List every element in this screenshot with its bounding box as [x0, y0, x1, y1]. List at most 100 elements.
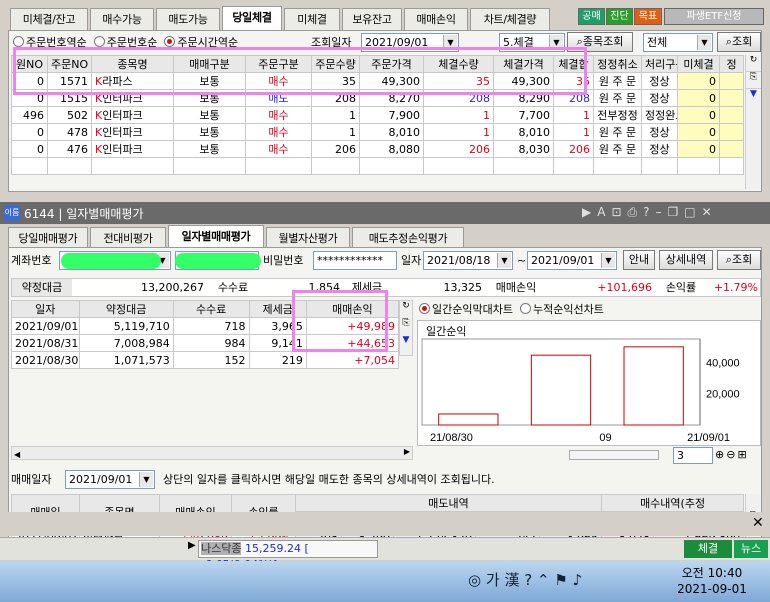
- top-tab-5[interactable]: 보유잔고: [342, 8, 402, 30]
- zoom-in-icon[interactable]: ⊕: [715, 448, 726, 461]
- print-icon[interactable]: ⎙: [628, 205, 644, 219]
- top-tab-0[interactable]: 미체결/잔고: [10, 8, 88, 30]
- top-tab-4[interactable]: 미체결: [284, 8, 340, 30]
- close-icon[interactable]: ✕: [752, 515, 764, 531]
- table-row[interactable]: 0 1571 K라파스 보통 매수 35 49,300 35 49,300 35 원 주 문 정상 0: [11, 72, 744, 90]
- col-header[interactable]: 체결가격: [493, 55, 554, 73]
- eval-tab-0[interactable]: 당일매매평가: [8, 227, 88, 247]
- stock-lookup-button[interactable]: ⌕종목조회: [567, 32, 633, 52]
- col-header[interactable]: 주문NO: [47, 55, 92, 73]
- sort-radio-time-desc[interactable]: 주문시간역순: [164, 36, 238, 49]
- from-date-select[interactable]: 2021/08/18 ▼: [423, 251, 513, 270]
- col-header[interactable]: 체결수량: [423, 55, 494, 73]
- col-header[interactable]: 주문가격: [359, 55, 424, 73]
- maximize-icon[interactable]: □: [684, 205, 701, 219]
- lock-icon[interactable]: ⊡: [611, 205, 627, 219]
- top-tab-7[interactable]: 차트/체결량: [470, 8, 550, 30]
- col-header[interactable]: 매수내역(추정: [601, 494, 745, 512]
- col-header[interactable]: 정: [719, 55, 744, 73]
- table-row[interactable]: 2021/09/01 5,119,710 718 3,965 +49,989: [11, 317, 400, 335]
- trade-button[interactable]: 체결: [684, 540, 732, 558]
- table-row[interactable]: 0 1515 K인터파크 보통 매도 208 8,270 208 8,290 208 원 주 문 정상…: [11, 89, 744, 107]
- col-header[interactable]: 주문수량: [311, 55, 360, 73]
- arrow-down-icon[interactable]: ▼: [400, 335, 412, 352]
- eval-tab-4[interactable]: 매도추정손익평가: [352, 227, 464, 247]
- table-row[interactable]: 0 476 K인터파크 보통 매수 206 8,080 206 8,030 206 원 주 문 정상 0: [11, 140, 744, 158]
- ime-indicator[interactable]: ◎ 가 漢 ? ⌃ ⚑ ♪: [468, 569, 582, 590]
- col-header[interactable]: 주문구분: [245, 55, 312, 73]
- zoom-reset-icon[interactable]: ⊞: [737, 448, 748, 461]
- eval-tab-3[interactable]: 월별자산평가: [266, 227, 350, 247]
- daily-table-hscroll[interactable]: ◀ ▶: [11, 446, 413, 460]
- guide-button[interactable]: 안내: [623, 250, 655, 270]
- bar-2021/09/01[interactable]: [623, 346, 684, 426]
- col-header[interactable]: 체결합: [553, 55, 594, 73]
- col-header[interactable]: 정정취소: [593, 55, 642, 73]
- col-header[interactable]: 일자: [11, 300, 80, 318]
- eval-tab-1[interactable]: 전대비평가: [90, 227, 166, 247]
- chart-radio-line[interactable]: 누적순익선차트: [519, 303, 604, 316]
- top-tab-2[interactable]: 매도가능: [156, 8, 220, 30]
- order-table-scrollbar[interactable]: ↻ ⎘ ▼: [745, 55, 761, 189]
- news-button[interactable]: 뉴스: [734, 540, 768, 558]
- count-select[interactable]: 5.체결 ▼: [499, 33, 565, 52]
- top-tab-3[interactable]: 당일체결: [222, 6, 282, 31]
- col-header[interactable]: 제세금: [248, 300, 307, 318]
- trade-date-select[interactable]: 2021/09/01 ▼: [65, 470, 155, 489]
- zoom-level[interactable]: 3: [673, 447, 713, 464]
- close-icon[interactable]: ✕: [702, 205, 718, 219]
- minimize-icon[interactable]: –: [656, 205, 668, 219]
- play-icon[interactable]: ▶: [582, 205, 597, 219]
- title-controls[interactable]: ▶A⊡⎙?–❐□✕: [582, 205, 718, 220]
- top-tab-6[interactable]: 매매손익: [404, 8, 468, 30]
- chart-scroll[interactable]: [569, 450, 659, 460]
- table-row[interactable]: 0 478 K인터파크 보통 매수 1 8,010 1 8,010 1 원 주 문 정상 0: [11, 123, 744, 141]
- query-button[interactable]: ⌕조회: [717, 32, 761, 52]
- flag-icon[interactable]: ⚑: [554, 571, 567, 589]
- col-header[interactable]: 종목명: [91, 55, 174, 73]
- help-icon[interactable]: ?: [524, 571, 532, 589]
- restore-icon[interactable]: ❐: [668, 205, 685, 219]
- target-button[interactable]: 목표: [634, 8, 662, 25]
- arrow-down-icon[interactable]: ▼: [746, 89, 761, 106]
- col-header[interactable]: 미체결: [677, 55, 720, 73]
- sort-radio-order-asc[interactable]: 주문번호순: [93, 36, 157, 49]
- bar-2021/08/30[interactable]: [438, 413, 499, 426]
- table-row[interactable]: 2021/08/30 1,071,573 152 219 +7,054: [11, 351, 400, 369]
- help-icon[interactable]: ?: [643, 205, 655, 219]
- bar-2021/08/31[interactable]: [530, 354, 592, 426]
- eval-query-button[interactable]: ⌕조회: [717, 250, 761, 270]
- derivative-etf-button[interactable]: 파생ETF신청: [664, 8, 764, 25]
- export-icon[interactable]: ⎘: [400, 318, 412, 335]
- refresh-icon[interactable]: ↻: [400, 301, 412, 318]
- speaker-icon[interactable]: ♪: [573, 571, 583, 589]
- col-header[interactable]: 매매손익: [305, 300, 400, 318]
- col-header[interactable]: 원NO: [11, 55, 48, 73]
- password-input[interactable]: ************: [313, 251, 397, 270]
- arrow-right-icon[interactable]: ▶: [188, 540, 198, 557]
- col-header[interactable]: 처리구분: [641, 55, 678, 73]
- table-row[interactable]: 2021/08/31 7,008,984 984 9,141 +44,653: [11, 334, 400, 352]
- table-row[interactable]: 496502K인터파크보통매수17,90017,7001전부정정정정완료0: [11, 106, 744, 124]
- col-header[interactable]: 수수료: [172, 300, 250, 318]
- eval-tab-2[interactable]: 일자별매매평가: [168, 225, 264, 248]
- clock[interactable]: 오전 10:40 2021-09-01: [672, 565, 752, 597]
- col-header[interactable]: 매매구분: [173, 55, 246, 73]
- sort-radio-order-desc[interactable]: 주문번호역순: [13, 36, 87, 49]
- detail-button[interactable]: 상세내역: [659, 250, 713, 270]
- tray-chevron-icon[interactable]: ⌃: [537, 571, 550, 589]
- diagnose-button[interactable]: 진단: [606, 8, 633, 25]
- refresh-icon[interactable]: ↻: [746, 55, 761, 72]
- export-icon[interactable]: ⎘: [746, 72, 761, 89]
- chart-radio-bar[interactable]: 일간순익막대차트: [419, 303, 513, 316]
- arrow-left-icon[interactable]: ◀: [12, 450, 20, 459]
- lookup-date-select[interactable]: 2021/09/01 ▼: [361, 33, 459, 52]
- font-icon[interactable]: A: [597, 205, 611, 219]
- zoom-out-icon[interactable]: ⊖: [726, 448, 737, 461]
- col-header[interactable]: 매도내역: [294, 494, 603, 512]
- top-tab-1[interactable]: 매수가능: [90, 8, 154, 30]
- arrow-right-icon[interactable]: ▶: [404, 447, 410, 456]
- zoom-controls[interactable]: ⊕⊖⊞: [715, 448, 749, 461]
- daily-table-scrollbar[interactable]: ↻ ⎘ ▼: [399, 300, 413, 356]
- col-header[interactable]: 약정대금: [78, 300, 174, 318]
